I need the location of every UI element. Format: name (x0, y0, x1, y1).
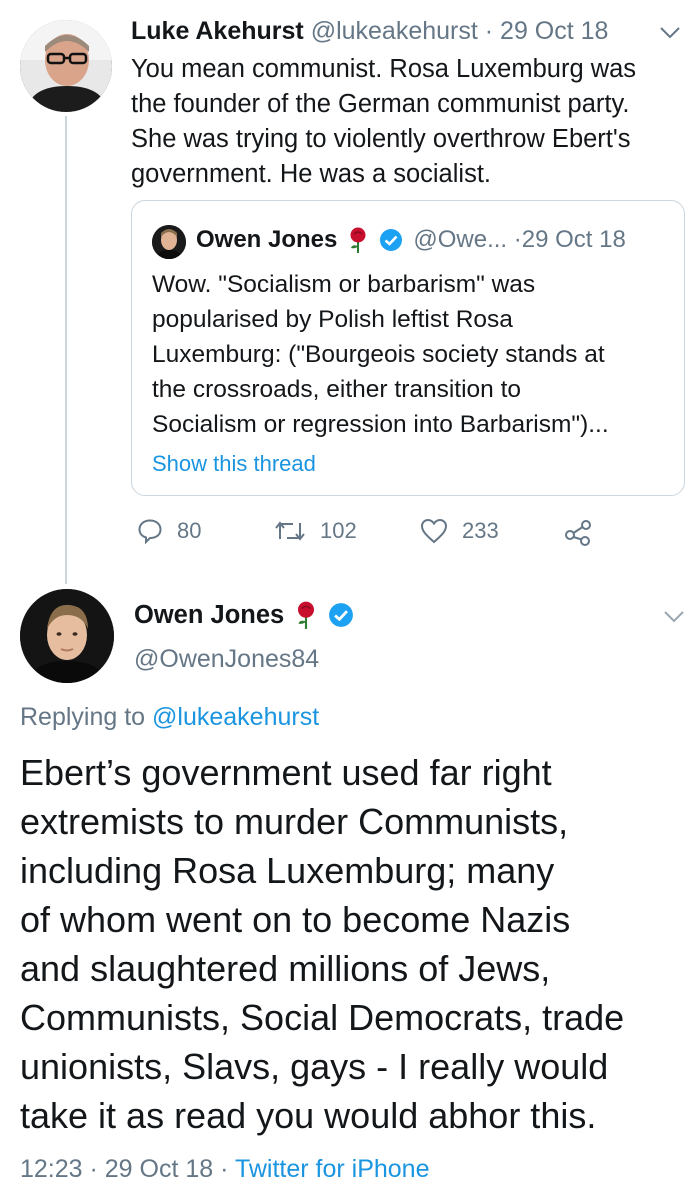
replying-to: Replying to @lukeakehurst (20, 700, 319, 734)
replying-to-label: Replying to (20, 703, 146, 731)
quoted-text-line: popularised by Polish leftist Rosa (152, 306, 513, 333)
tweet-meta: 12:23 · 29 Oct 18 · Twitter for iPhone (20, 1152, 429, 1186)
separator-dot: · (477, 17, 501, 45)
tweet-text-line: extremists to murder Communists, (20, 801, 569, 842)
handle[interactable]: @lukeakehurst (311, 17, 478, 45)
tweet-text-line: the founder of the German communist part… (131, 90, 630, 118)
separator-dot: · (213, 1155, 235, 1183)
share-button[interactable] (564, 518, 592, 546)
quoted-tweet[interactable]: Owen Jones @Owe... · 29 Oct 18 Wow. "Soc… (131, 200, 685, 496)
display-name[interactable]: Luke Akehurst (131, 17, 304, 45)
retweet-icon (274, 519, 306, 543)
tweet-text-line: take it as read you would abhor this. (20, 1095, 597, 1136)
separator-dot: · (507, 226, 522, 253)
tweet-text-line: of whom went on to become Nazis (20, 899, 571, 940)
quoted-display-name: Owen Jones (196, 226, 338, 253)
chevron-down-icon[interactable] (660, 26, 680, 44)
tweet-text: You mean communist. Rosa Luxemburg was t… (131, 52, 636, 192)
quoted-text: Wow. "Socialism or barbarism" was popula… (152, 267, 609, 442)
tweet-text-line: You mean communist. Rosa Luxemburg was (131, 55, 637, 83)
separator-dot: · (82, 1155, 105, 1183)
avatar[interactable] (20, 589, 114, 683)
like-button[interactable]: 233 (420, 518, 499, 544)
tweet-text-line: unionists, Slavs, gays - I really would (20, 1046, 609, 1087)
reply-count: 80 (177, 518, 202, 543)
tweet-text-line: including Rosa Luxemburg; many (20, 850, 555, 891)
quoted-date: 29 Oct 18 (521, 226, 626, 253)
like-count: 233 (462, 518, 499, 543)
tweet-date[interactable]: 29 Oct 18 (105, 1155, 213, 1183)
tweet-text-line: She was trying to violently overthrow Eb… (131, 125, 631, 153)
quoted-text-line: Wow. "Socialism or barbarism" was (152, 271, 536, 298)
thread-line (65, 116, 67, 584)
quoted-handle: @Owe... (413, 226, 508, 253)
share-icon (564, 518, 592, 546)
tweet-text-line: Ebert’s government used far right (20, 752, 552, 793)
tweet-header: Luke Akehurst @lukeakehurst · 29 Oct 18 (131, 14, 608, 48)
retweet-button[interactable]: 102 (274, 518, 357, 544)
quoted-header: Owen Jones @Owe... · 29 Oct 18 (196, 223, 626, 257)
chevron-down-icon[interactable] (664, 610, 684, 628)
tweet-text-line: Communists, Social Democrats, trade (20, 997, 625, 1038)
verified-icon (379, 228, 403, 252)
tweet-text-line: government. He was a socialist. (131, 160, 491, 188)
replying-to-link[interactable]: @lukeakehurst (152, 703, 319, 731)
reply-icon (137, 518, 163, 544)
handle[interactable]: @OwenJones84 (134, 642, 319, 676)
quoted-text-line: Socialism or regression into Barbarism")… (152, 411, 609, 438)
tweet-source[interactable]: Twitter for iPhone (235, 1155, 430, 1183)
rose-icon (347, 226, 369, 254)
reply-button[interactable]: 80 (137, 518, 201, 544)
display-name[interactable]: Owen Jones (134, 598, 284, 632)
rose-icon (294, 600, 318, 630)
tweet-date[interactable]: 29 Oct 18 (500, 17, 608, 45)
tweet-time[interactable]: 12:23 (20, 1155, 83, 1183)
tweet-text-line: and slaughtered millions of Jews, (20, 948, 551, 989)
like-icon (420, 518, 448, 544)
show-thread-link[interactable]: Show this thread (152, 449, 316, 479)
avatar[interactable] (20, 20, 112, 112)
retweet-count: 102 (320, 518, 357, 543)
quoted-avatar (152, 225, 186, 259)
quoted-text-line: Luxemburg: ("Bourgeois society stands at (152, 341, 605, 368)
tweet-text: Ebert’s government used far right extrem… (20, 748, 624, 1140)
verified-icon (328, 602, 354, 628)
tweet-header: Owen Jones (134, 598, 354, 632)
quoted-text-line: the crossroads, either transition to (152, 376, 522, 403)
